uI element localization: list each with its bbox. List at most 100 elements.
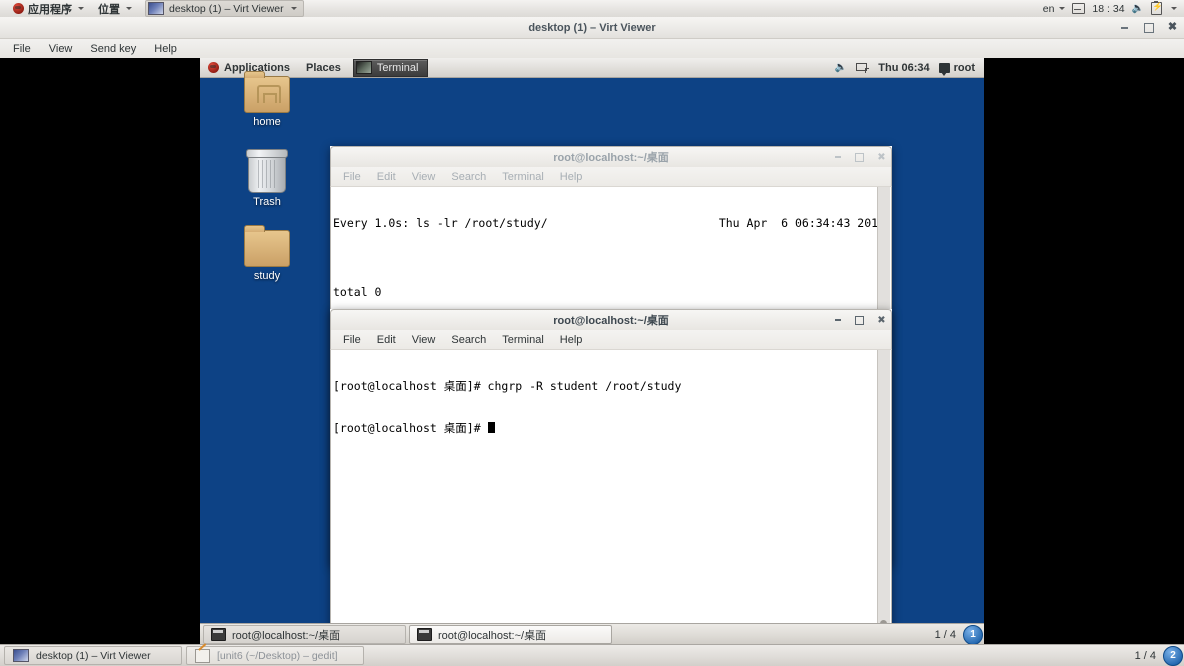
terminal-icon <box>211 628 226 641</box>
guest-clock[interactable]: Thu 06:34 <box>878 62 929 74</box>
guest-system-tray: 🔈 Thu 06:34 root <box>835 62 984 76</box>
chevron-down-icon <box>290 7 297 10</box>
maximize-button[interactable] <box>854 152 865 163</box>
desktop-icon-trash[interactable]: Trash <box>225 149 309 208</box>
guest-places-label: Places <box>306 61 341 74</box>
guest-task-terminal-1[interactable]: root@localhost:~/桌面 <box>203 625 406 644</box>
guest-desktop[interactable]: Applications Places Terminal 🔈 Thu 06:34… <box>200 58 984 645</box>
speaker-icon[interactable]: 🔈 <box>1132 3 1144 14</box>
host-window-button-virt-viewer[interactable]: desktop (1) – Virt Viewer <box>145 0 304 17</box>
menu-file[interactable]: File <box>5 42 39 56</box>
host-taskbar: desktop (1) – Virt Viewer [unit6 (~/Desk… <box>0 644 1184 666</box>
minimize-button[interactable] <box>832 315 843 326</box>
trash-icon <box>246 149 288 193</box>
chevron-down-icon <box>78 7 84 10</box>
user-icon <box>938 62 950 76</box>
host-applications-label: 应用程序 <box>28 3 72 16</box>
terminal-icon <box>417 628 432 641</box>
menu-send-key[interactable]: Send key <box>82 42 144 56</box>
watch-timestamp: Thu Apr 6 06:34:43 2017 <box>718 216 885 231</box>
menu-view[interactable]: View <box>404 171 444 183</box>
menu-edit[interactable]: Edit <box>369 334 404 346</box>
chevron-down-icon[interactable] <box>1171 7 1177 10</box>
guest-user-menu[interactable]: root <box>938 62 975 76</box>
maximize-button[interactable] <box>854 315 865 326</box>
menu-view[interactable]: View <box>41 42 81 56</box>
battery-icon[interactable] <box>1151 0 1162 15</box>
guest-top-panel: Applications Places Terminal 🔈 Thu 06:34… <box>200 58 984 78</box>
terminal-cursor <box>487 421 495 433</box>
terminal-back-title: root@localhost:~/桌面 <box>553 152 669 164</box>
watch-header: Every 1.0s: ls -lr /root/study/ Thu Apr … <box>333 217 891 231</box>
menu-terminal[interactable]: Terminal <box>494 334 552 346</box>
terminal-front-title: root@localhost:~/桌面 <box>553 315 669 327</box>
terminal-window-front[interactable]: root@localhost:~/桌面 ✖ File Edit View Sea… <box>330 309 892 645</box>
guest-task-2-label: root@localhost:~/桌面 <box>438 629 547 642</box>
host-places-menu[interactable]: 位置 <box>91 0 139 18</box>
virt-viewer-titlebar: desktop (1) – Virt Viewer ✖ <box>0 17 1184 39</box>
guest-taskbar-right: 1 / 4 1 <box>934 624 984 645</box>
menu-edit[interactable]: Edit <box>369 171 404 183</box>
virt-viewer-display-area[interactable]: Applications Places Terminal 🔈 Thu 06:34… <box>0 58 1184 645</box>
terminal-front-prompt: [root@localhost 桌面]# <box>333 420 488 435</box>
menu-view[interactable]: View <box>404 334 444 346</box>
desktop-icon-study[interactable]: study <box>225 225 309 282</box>
display-icon <box>148 2 164 15</box>
host-top-panel: 应用程序 位置 desktop (1) – Virt Viewer en 18 … <box>0 0 1184 18</box>
terminal-front-titlebar[interactable]: root@localhost:~/桌面 ✖ <box>330 309 892 330</box>
gedit-icon <box>195 648 210 663</box>
menu-terminal[interactable]: Terminal <box>494 171 552 183</box>
menu-help[interactable]: Help <box>552 171 591 183</box>
host-taskbar-right: 1 / 4 2 <box>1134 645 1184 666</box>
guest-pager-indicator[interactable]: 1 <box>963 624 983 645</box>
guest-window-button-terminal[interactable]: Terminal <box>352 58 429 77</box>
folder-icon <box>244 225 290 267</box>
terminal-back-window-controls: ✖ <box>832 147 887 167</box>
menu-search[interactable]: Search <box>443 171 494 183</box>
fedora-logo-icon <box>13 3 24 14</box>
minimize-button[interactable] <box>1119 22 1130 33</box>
terminal-back-titlebar[interactable]: root@localhost:~/桌面 ✖ <box>330 146 892 167</box>
guest-task-terminal-2[interactable]: root@localhost:~/桌面 <box>409 625 612 644</box>
network-disconnected-icon[interactable] <box>856 62 870 73</box>
guest-pager-text: 1 / 4 <box>934 628 956 641</box>
host-layout-label: en <box>1042 2 1055 15</box>
host-window-button-label: desktop (1) – Virt Viewer <box>169 2 284 15</box>
host-task-2-label: [unit6 (~/Desktop) – gedit] <box>217 649 338 662</box>
terminal-front-command-line: [root@localhost 桌面]# chgrp -R student /r… <box>333 379 682 394</box>
host-task-gedit[interactable]: [unit6 (~/Desktop) – gedit] <box>186 646 364 665</box>
restore-button[interactable] <box>1143 22 1154 33</box>
watch-command: Every 1.0s: ls -lr /root/study/ <box>333 216 548 231</box>
close-button[interactable]: ✖ <box>876 152 887 163</box>
guest-window-button-label: Terminal <box>376 61 419 74</box>
terminal-front-scrollbar[interactable] <box>877 350 890 645</box>
host-pager-text: 1 / 4 <box>1134 649 1156 662</box>
menu-file[interactable]: File <box>335 171 369 183</box>
menu-file[interactable]: File <box>335 334 369 346</box>
fedora-logo-icon <box>208 62 219 73</box>
host-places-label: 位置 <box>98 3 120 16</box>
menu-help[interactable]: Help <box>552 334 591 346</box>
close-button[interactable]: ✖ <box>876 315 887 326</box>
terminal-front-output[interactable]: [root@localhost 桌面]# chgrp -R student /r… <box>330 350 892 645</box>
close-button[interactable]: ✖ <box>1167 22 1178 33</box>
minimize-button[interactable] <box>832 152 843 163</box>
virt-viewer-window-controls: ✖ <box>1119 17 1178 38</box>
terminal-front-window-controls: ✖ <box>832 310 887 330</box>
menu-help[interactable]: Help <box>146 42 185 56</box>
keyboard-icon[interactable] <box>1072 3 1086 14</box>
host-keyboard-layout[interactable]: en <box>1043 3 1066 15</box>
menu-search[interactable]: Search <box>443 334 494 346</box>
host-clock[interactable]: 18 : 34 <box>1092 3 1124 15</box>
host-task-virt-viewer[interactable]: desktop (1) – Virt Viewer <box>4 646 182 665</box>
host-applications-menu[interactable]: 应用程序 <box>6 0 91 18</box>
guest-places-menu[interactable]: Places <box>298 59 349 77</box>
host-panel-menus: 应用程序 位置 desktop (1) – Virt Viewer <box>0 0 304 18</box>
terminal-icon <box>355 61 372 74</box>
host-pager-indicator[interactable]: 2 <box>1163 645 1183 666</box>
screen: 应用程序 位置 desktop (1) – Virt Viewer en 18 … <box>0 0 1184 666</box>
chevron-down-icon <box>1059 7 1066 10</box>
desktop-icon-study-label: study <box>253 270 281 282</box>
speaker-icon[interactable]: 🔈 <box>835 62 847 73</box>
desktop-icon-home[interactable]: home <box>225 71 309 128</box>
